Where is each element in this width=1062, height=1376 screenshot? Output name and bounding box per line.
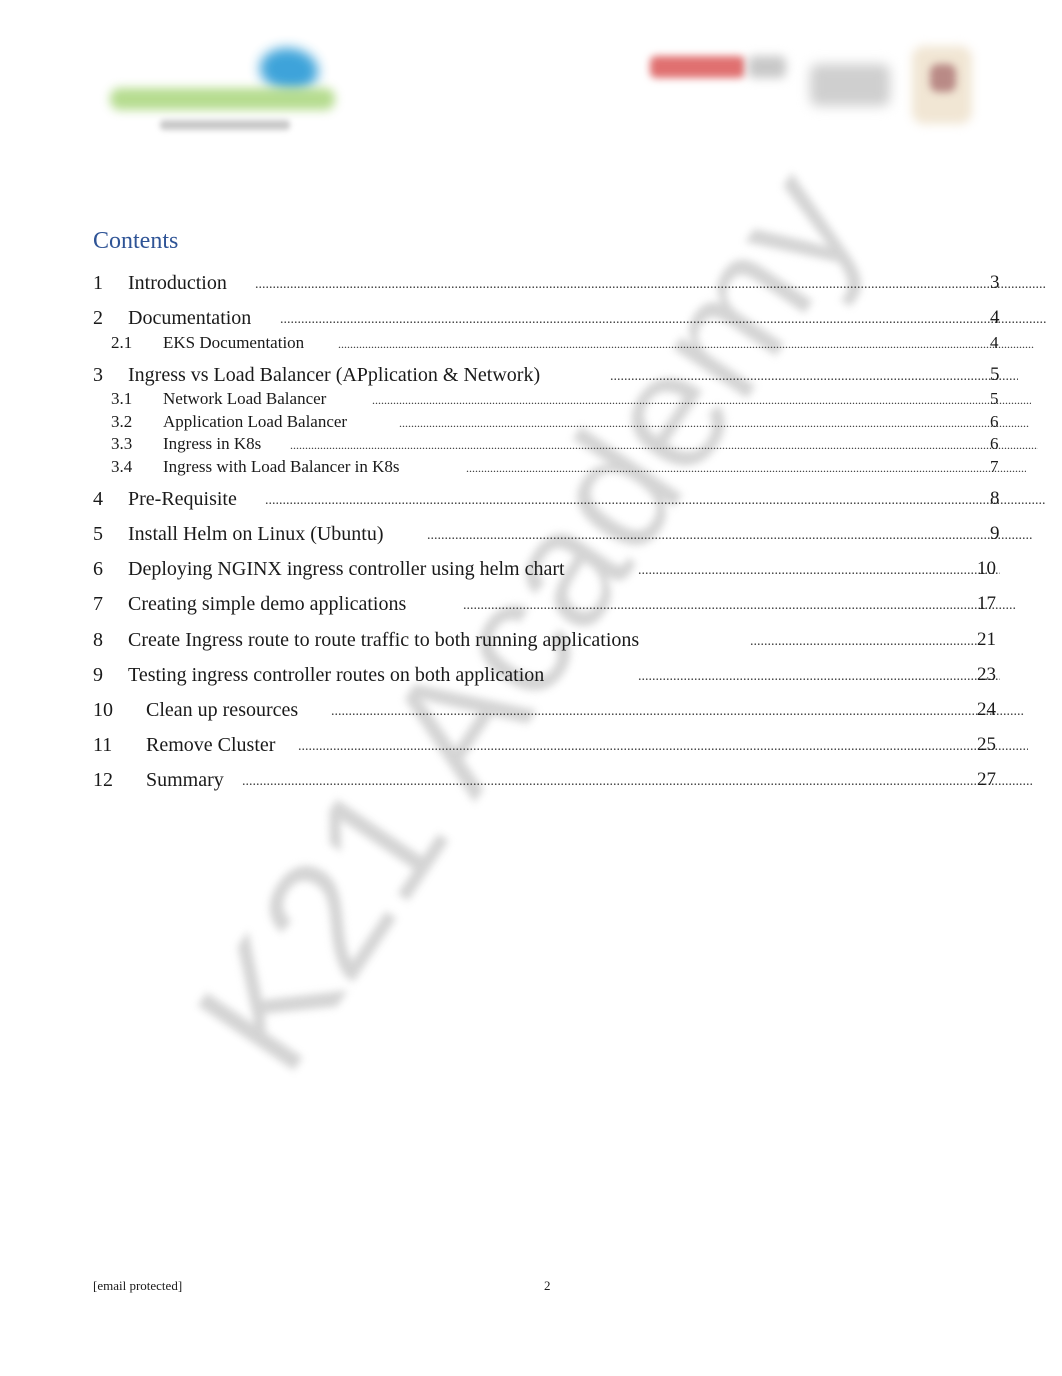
toc-entry-page[interactable]: 3: [990, 272, 1000, 294]
toc-entry-number: 9: [93, 664, 103, 686]
toc-entry-title[interactable]: Clean up resources: [146, 699, 298, 722]
toc-entry-number: 2.1: [111, 333, 133, 352]
toc-entry-title[interactable]: Create Ingress route to route traffic to…: [128, 629, 639, 652]
toc-entry-number: 3: [93, 364, 103, 386]
partner-logos: [640, 38, 990, 133]
toc-entry-title[interactable]: Ingress vs Load Balancer (APplication & …: [128, 364, 540, 387]
toc-entry-title[interactable]: Pre-Requisite: [128, 488, 237, 511]
toc-leader-dots: ........................................…: [466, 461, 1026, 475]
toc-leader-dots: ........................................…: [242, 774, 1033, 789]
toc-entry-number: 3.1: [111, 389, 133, 408]
toc-leader-dots: ........................................…: [399, 416, 1029, 430]
toc-entry-number: 2: [93, 307, 103, 329]
toc-entry-title[interactable]: Ingress with Load Balancer in K8s: [163, 457, 400, 477]
crest-emblem-icon: [930, 64, 956, 92]
toc-entry-title[interactable]: Summary: [146, 769, 224, 792]
toc-entry-number: 3.4: [111, 457, 133, 476]
toc-entry-title[interactable]: Creating simple demo applications: [128, 593, 406, 616]
toc-leader-dots: ........................................…: [463, 598, 1016, 613]
toc-entry-title[interactable]: Application Load Balancer: [163, 412, 347, 432]
toc-leader-dots: ........................................…: [280, 312, 1046, 327]
toc-entry-title[interactable]: Remove Cluster: [146, 734, 275, 757]
toc-leader-dots: ........................................…: [331, 704, 1024, 719]
toc-entry-number: 1: [93, 272, 103, 294]
contents-heading: Contents: [93, 228, 179, 254]
toc-entry-number: 3.2: [111, 412, 133, 431]
toc-entry-page[interactable]: 17: [977, 593, 996, 615]
footer-page-number: 2: [544, 1278, 551, 1293]
toc-entry-number: 8: [93, 629, 103, 651]
toc-entry-title[interactable]: EKS Documentation: [163, 333, 304, 353]
toc-leader-dots: ........................................…: [338, 337, 1034, 351]
logo-tagline: [160, 120, 290, 130]
k21academy-logo: [100, 38, 340, 138]
toc-entry-number: 11: [93, 734, 113, 756]
toc-entry-page[interactable]: 23: [977, 664, 996, 686]
partner-logo-grey: [810, 64, 890, 106]
toc-entry-page[interactable]: 25: [977, 734, 996, 756]
toc-entry-number: 3.3: [111, 434, 133, 453]
toc-entry-title[interactable]: Testing ingress controller routes on bot…: [128, 664, 544, 687]
toc-leader-dots: ........................................…: [427, 528, 1032, 543]
toc-entry-page[interactable]: 4: [990, 307, 1000, 329]
toc-entry-number: 7: [93, 593, 103, 615]
toc-entry-page[interactable]: 4: [990, 333, 999, 353]
toc-leader-dots: ........................................…: [638, 669, 1000, 684]
toc-leader-dots: ........................................…: [290, 438, 1038, 452]
toc-entry-number: 10: [93, 699, 113, 721]
toc-entry-title[interactable]: Ingress in K8s: [163, 434, 261, 454]
toc-entry-page[interactable]: 21: [977, 629, 996, 651]
toc-entry-page[interactable]: 24: [977, 699, 996, 721]
toc-leader-dots: ........................................…: [255, 277, 1046, 292]
toc-entry-number: 4: [93, 488, 103, 510]
toc-leader-dots: ........................................…: [298, 739, 1028, 754]
logo-wordmark: [110, 88, 335, 110]
toc-entry-title[interactable]: Install Helm on Linux (Ubuntu): [128, 523, 384, 546]
toc-entry-page[interactable]: 6: [990, 434, 999, 454]
toc-entry-number: 12: [93, 769, 113, 791]
toc-entry-number: 5: [93, 523, 103, 545]
toc-leader-dots: ........................................…: [638, 563, 1000, 578]
toc-entry-page[interactable]: 10: [977, 558, 996, 580]
partner-logo-red: [650, 56, 745, 78]
toc-entry-title[interactable]: Introduction: [128, 272, 227, 295]
toc-entry-title[interactable]: Deploying NGINX ingress controller using…: [128, 558, 565, 581]
toc-entry-page[interactable]: 27: [977, 769, 996, 791]
toc-entry-page[interactable]: 6: [990, 412, 999, 432]
toc-leader-dots: ........................................…: [265, 493, 1046, 508]
toc-entry-number: 6: [93, 558, 103, 580]
partner-logo-red-suffix: [748, 56, 786, 78]
toc-entry-page[interactable]: 5: [990, 389, 999, 409]
toc-entry-page[interactable]: 7: [990, 457, 999, 477]
toc-entry-title[interactable]: Network Load Balancer: [163, 389, 326, 409]
cloud-icon: [260, 48, 318, 90]
toc-entry-title[interactable]: Documentation: [128, 307, 251, 330]
toc-entry-page[interactable]: 8: [990, 488, 1000, 510]
toc-entry-page[interactable]: 9: [990, 523, 1000, 545]
footer-email: [email protected]: [93, 1278, 183, 1293]
toc-leader-dots: ........................................…: [750, 634, 982, 649]
toc-entry-page[interactable]: 5: [990, 364, 1000, 386]
toc-leader-dots: ........................................…: [610, 369, 1018, 384]
toc-leader-dots: ........................................…: [372, 393, 1031, 407]
